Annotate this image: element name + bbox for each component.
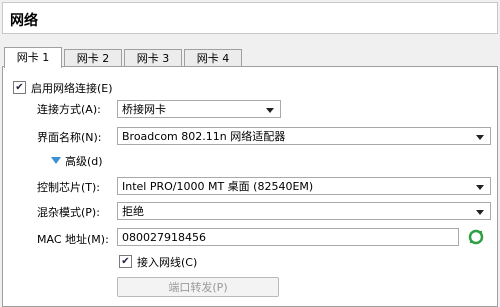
promiscuous-mode-value: 拒绝: [122, 205, 144, 218]
cable-connected-checkbox[interactable]: ✔: [119, 255, 132, 268]
promiscuous-mode-label: 混杂模式(P):: [37, 206, 100, 219]
promiscuous-mode-select[interactable]: 拒绝: [117, 202, 491, 220]
tab-adapter-4[interactable]: 网卡 4: [184, 49, 242, 67]
refresh-mac-icon[interactable]: [468, 229, 484, 245]
mac-address-input[interactable]: 080027918456: [117, 228, 459, 246]
tab-adapter-3[interactable]: 网卡 3: [124, 49, 182, 67]
tab-label: 网卡 3: [136, 52, 170, 65]
expand-arrow-icon[interactable]: [51, 157, 61, 164]
enable-adapter-checkbox[interactable]: ✔: [13, 81, 26, 94]
attached-to-value: 桥接网卡: [122, 103, 166, 116]
cable-connected-label: 接入网线(C): [137, 256, 198, 269]
tab-bar: 网卡 1 网卡 2 网卡 3 网卡 4: [0, 47, 500, 68]
adapter-type-select[interactable]: Intel PRO/1000 MT 桌面 (82540EM): [117, 177, 491, 195]
tab-label: 网卡 2: [76, 52, 110, 65]
mac-address-label: MAC 地址(M):: [37, 233, 109, 246]
tab-label: 网卡 1: [16, 51, 50, 64]
section-header: 网络: [2, 2, 498, 34]
adapter-panel: ✔ 启用网络连接(E) 连接方式(A): 桥接网卡 界面名称(N): Broad…: [2, 66, 498, 307]
tab-label: 网卡 4: [196, 52, 230, 65]
mac-address-value: 080027918456: [122, 231, 206, 244]
port-forwarding-button[interactable]: 端口转发(P): [117, 277, 279, 297]
attached-to-select[interactable]: 桥接网卡: [117, 100, 281, 118]
adapter-type-label: 控制芯片(T):: [37, 181, 101, 194]
chevron-down-icon: [476, 135, 484, 140]
adapter-name-value: Broadcom 802.11n 网络适配器: [122, 130, 286, 143]
chevron-down-icon: [476, 210, 484, 215]
advanced-toggle[interactable]: 高级(d): [65, 153, 103, 169]
port-forwarding-label: 端口转发(P): [168, 281, 228, 294]
chevron-down-icon: [476, 185, 484, 190]
chevron-down-icon: [266, 108, 274, 113]
tab-adapter-2[interactable]: 网卡 2: [64, 49, 122, 67]
page-title: 网络: [10, 13, 38, 29]
attached-to-label: 连接方式(A):: [37, 103, 101, 116]
enable-adapter-label: 启用网络连接(E): [31, 82, 113, 95]
adapter-name-select[interactable]: Broadcom 802.11n 网络适配器: [117, 127, 491, 145]
adapter-name-label: 界面名称(N):: [37, 131, 102, 144]
adapter-type-value: Intel PRO/1000 MT 桌面 (82540EM): [122, 180, 314, 193]
tab-adapter-1[interactable]: 网卡 1: [4, 47, 62, 68]
